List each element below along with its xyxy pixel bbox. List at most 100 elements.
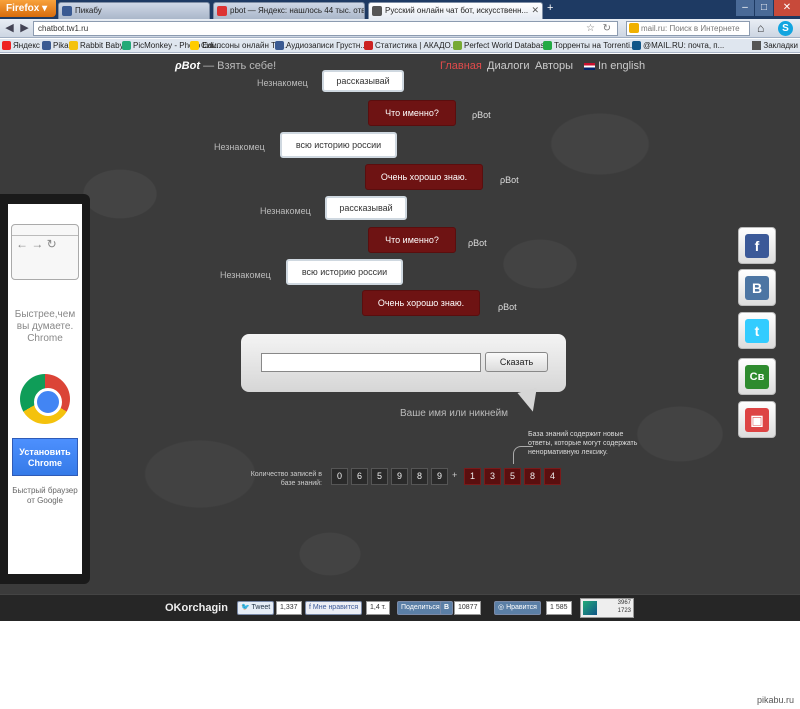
new-counter-digit: 8	[524, 468, 541, 485]
ok-icon: ◎	[498, 604, 505, 611]
firefox-menu-button[interactable]: Firefox ▾	[0, 0, 56, 17]
yandex-icon	[2, 41, 11, 50]
counter-plus: +	[452, 470, 458, 480]
uk-flag-icon	[584, 62, 595, 70]
twitter-share-button[interactable]: t	[738, 312, 776, 349]
site-logo[interactable]: ρBot — Взять себе!	[175, 60, 276, 72]
perfect-world-icon	[453, 41, 462, 50]
nav-arrows-icon: ← → ↻	[16, 237, 57, 251]
bot-message: Очень хорошо знаю.	[365, 164, 483, 190]
new-counter-digit: 4	[544, 468, 561, 485]
forward-arrow-icon[interactable]: ▶	[17, 21, 32, 36]
vk-share-button[interactable]: Поделиться	[397, 601, 444, 615]
message-input[interactable]	[261, 353, 481, 372]
simpsons-icon	[190, 41, 199, 50]
counter-digit: 5	[371, 468, 388, 485]
vkontakte-icon: B	[745, 276, 769, 300]
cb-icon: Св	[745, 365, 769, 389]
chrome-logo-icon	[20, 374, 70, 424]
bookmarks-folder-icon	[752, 41, 762, 50]
nav-home[interactable]: Главная	[440, 60, 482, 72]
bot-label: ρBot	[468, 238, 487, 248]
picmonkey-icon	[122, 41, 131, 50]
refresh-icon[interactable]: ↻	[603, 22, 611, 35]
back-arrow-icon[interactable]: ◀	[2, 21, 17, 36]
chrome-store-icon: ▣	[745, 408, 769, 432]
bot-message: Очень хорошо знаю.	[362, 290, 480, 316]
facebook-icon: f	[745, 234, 769, 258]
ok-like-button[interactable]: ◎ Нравится	[494, 601, 541, 615]
close-tab-icon[interactable]: ✕	[531, 3, 539, 18]
pikabu-favicon-icon	[62, 6, 72, 16]
user-message: всю историю россии	[280, 132, 397, 158]
twitter-bird-icon: 🐦	[241, 604, 250, 611]
address-bar[interactable]: chatbot.tw1.ru ☆ ↻	[33, 21, 618, 36]
bookmark-item[interactable]: Rabbit Baby	[69, 39, 124, 52]
tweet-button[interactable]: 🐦 Tweet	[237, 601, 275, 615]
maximize-icon[interactable]: □	[755, 0, 773, 16]
counter-digit: 9	[391, 468, 408, 485]
bookmarks-menu[interactable]: Закладки	[752, 39, 798, 52]
mail-icon	[632, 41, 641, 50]
chrome-ad[interactable]: ← → ↻ Быстрее,чем вы думаете. Chrome Уст…	[0, 194, 90, 584]
bot-label: ρBot	[472, 110, 491, 120]
skype-icon[interactable]: S	[778, 21, 793, 36]
facebook-like-button[interactable]: f Мне нравится	[305, 601, 363, 615]
bookmarks-bar: Яндекс Pikabu Rabbit Baby PicMonkey - Ph…	[0, 39, 800, 53]
window-controls: – □ ✕	[735, 0, 800, 16]
tab-pikabu[interactable]: Пикабу	[58, 2, 210, 19]
bot-message: Что именно?	[368, 100, 456, 126]
user-message: рассказывай	[325, 196, 407, 220]
counter-digit: 8	[411, 468, 428, 485]
bot-label: ρBot	[500, 175, 519, 185]
rabbit-icon	[69, 41, 78, 50]
yandex-favicon-icon	[217, 6, 227, 16]
bookmark-item[interactable]: Perfect World Database	[453, 39, 549, 52]
stranger-label: Незнакомец	[257, 78, 308, 88]
minimize-icon[interactable]: –	[736, 0, 754, 16]
counter-digit: 6	[351, 468, 368, 485]
torrent-icon	[543, 41, 552, 50]
pikabu-icon	[42, 41, 51, 50]
tweet-count: 1,337	[276, 601, 302, 615]
nickname-hint[interactable]: Ваше имя или никнейм	[400, 408, 508, 419]
bookmark-item[interactable]: Торренты на Torrenti...	[543, 39, 637, 52]
footer-brand[interactable]: OKorchagin	[165, 602, 228, 614]
bookmark-star-icon[interactable]: ☆	[586, 22, 595, 35]
nav-dialogs[interactable]: Диалоги	[487, 60, 530, 72]
counter-label: Количество записей в базе знаний:	[250, 471, 322, 487]
ad-headline: Быстрее,чем вы думаете. Chrome	[14, 309, 76, 344]
new-counter-digit: 1	[464, 468, 481, 485]
bookmark-item[interactable]: Яндекс	[2, 39, 40, 52]
search-input[interactable]: mail.ru: Поиск в Интернете	[626, 21, 750, 36]
counter-digit: 0	[331, 468, 348, 485]
counter-digit: 9	[431, 468, 448, 485]
install-chrome-button[interactable]: Установить Chrome	[12, 438, 78, 476]
new-counter-digit: 3	[484, 468, 501, 485]
home-icon[interactable]: ⌂	[757, 21, 764, 35]
bookmark-item[interactable]: Статистика | АКАДО...	[364, 39, 457, 52]
nav-authors[interactable]: Авторы	[535, 60, 573, 72]
new-counter-digit: 5	[504, 468, 521, 485]
close-window-icon[interactable]: ✕	[774, 0, 800, 16]
vk-share-button[interactable]: B	[738, 269, 776, 306]
stats-icon	[364, 41, 373, 50]
stats-counter-badge[interactable]: 3967 1723	[580, 598, 634, 618]
stranger-label: Незнакомец	[220, 270, 271, 280]
tab-yandex-search[interactable]: pbot — Яндекс: нашлось 44 тыс. отве...	[213, 2, 365, 19]
user-message: рассказывай	[322, 70, 404, 92]
stranger-label: Незнакомец	[214, 142, 265, 152]
chatbot-page: ρBot — Взять себе! Главная Диалоги Автор…	[0, 54, 800, 594]
facebook-share-button[interactable]: f	[738, 227, 776, 264]
chrome-store-button[interactable]: ▣	[738, 401, 776, 438]
new-tab-icon[interactable]: +	[547, 2, 553, 14]
say-button[interactable]: Сказать	[485, 352, 548, 372]
nav-english[interactable]: In english	[584, 60, 645, 72]
tab-chatbot[interactable]: Русский онлайн чат бот, искусственн... ✕	[368, 2, 543, 19]
note-pointer	[513, 446, 533, 464]
bookmark-item[interactable]: Симпсоны онлайн Th...	[190, 39, 287, 52]
cb-share-button[interactable]: Св	[738, 358, 776, 395]
bookmark-item[interactable]: @MAIL.RU: почта, п...	[632, 39, 724, 52]
bookmark-item[interactable]: Аудиозаписи Грустн...	[275, 39, 367, 52]
chrome-ad-card: ← → ↻ Быстрее,чем вы думаете. Chrome Уст…	[8, 204, 82, 574]
